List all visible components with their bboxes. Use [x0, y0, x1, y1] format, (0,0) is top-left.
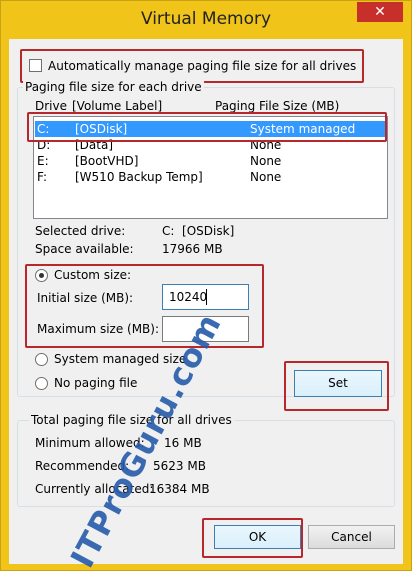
custom-size-label: Custom size:: [54, 268, 132, 282]
window-title: Virtual Memory: [140, 9, 272, 29]
title-bar[interactable]: Virtual Memory ✕: [1, 1, 411, 39]
drive-paging-size: None: [250, 170, 282, 184]
system-managed-radio[interactable]: [35, 353, 48, 366]
initial-size-label: Initial size (MB):: [37, 291, 134, 305]
auto-manage-label: Automatically manage paging file size fo…: [48, 59, 357, 73]
minimum-allowed-value: 16 MB: [164, 436, 202, 450]
column-drive: Drive: [35, 99, 67, 113]
initial-size-value: 10240: [169, 290, 208, 304]
set-button[interactable]: Set: [294, 370, 382, 397]
auto-manage-checkbox-row[interactable]: Automatically manage paging file size fo…: [29, 58, 359, 76]
selected-drive-highlight: [27, 112, 387, 142]
paging-group-title: Paging file size for each drive: [23, 80, 204, 94]
recommended-value: 5623 MB: [153, 459, 206, 473]
custom-size-option[interactable]: Custom size:: [35, 268, 155, 284]
custom-size-radio[interactable]: [35, 269, 48, 282]
text-cursor: [206, 289, 207, 305]
cancel-button[interactable]: Cancel: [308, 525, 395, 549]
close-button[interactable]: ✕: [357, 2, 403, 22]
currently-allocated-value: 16384 MB: [149, 482, 210, 496]
space-available-label: Space available:: [35, 242, 134, 256]
no-paging-option[interactable]: No paging file: [35, 376, 155, 392]
drive-row-e[interactable]: E: [BootVHD] None: [35, 153, 387, 169]
ok-button[interactable]: OK: [214, 525, 301, 549]
drive-paging-size: None: [250, 154, 282, 168]
space-available-value: 17966 MB: [162, 242, 223, 256]
no-paging-label: No paging file: [54, 376, 138, 390]
dialog-body: Automatically manage paging file size fo…: [9, 39, 403, 564]
no-paging-radio[interactable]: [35, 377, 48, 390]
drive-letter: E:: [37, 154, 49, 168]
column-paging-size: Paging File Size (MB): [215, 99, 340, 113]
drive-letter: F:: [37, 170, 48, 184]
initial-size-input[interactable]: 10240: [162, 284, 249, 310]
maximum-size-label: Maximum size (MB):: [37, 322, 160, 336]
virtual-memory-window: Virtual Memory ✕ Automatically manage pa…: [0, 0, 412, 574]
selected-drive-value: C: [OSDisk]: [162, 224, 235, 238]
selected-drive-label: Selected drive:: [35, 224, 126, 238]
column-volume-label: [Volume Label]: [72, 99, 163, 113]
close-icon: ✕: [374, 4, 386, 20]
drive-row-f[interactable]: F: [W510 Backup Temp] None: [35, 169, 387, 185]
drive-volume-label: [W510 Backup Temp]: [75, 170, 203, 184]
auto-manage-checkbox[interactable]: [29, 59, 42, 72]
drive-volume-label: [BootVHD]: [75, 154, 139, 168]
